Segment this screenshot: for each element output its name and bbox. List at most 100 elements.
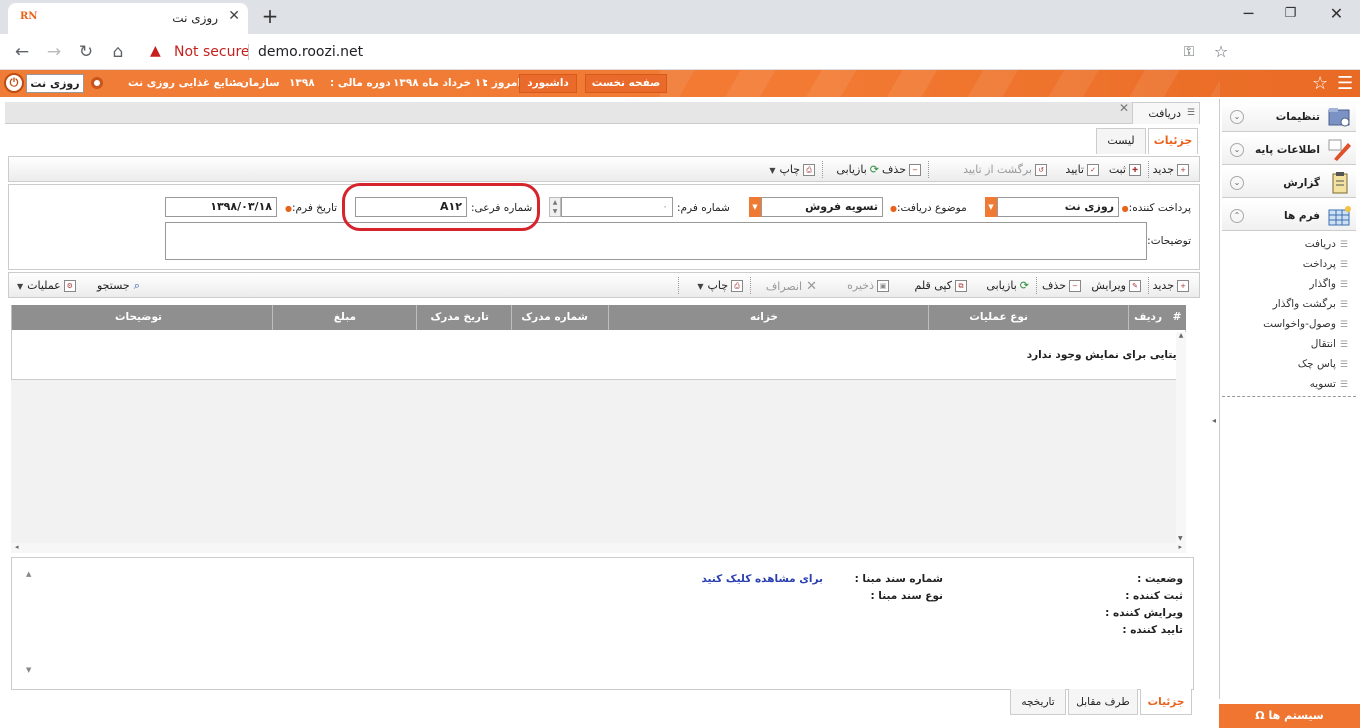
toolbar-separator: [678, 277, 679, 294]
grid-col-doc-date[interactable]: تاریخ مدرک: [416, 305, 511, 330]
grid-save-button[interactable]: ▣ذخیره: [847, 279, 889, 292]
document-tab-receipt[interactable]: ☰ دریافت ✕: [1119, 101, 1200, 124]
maximize-button[interactable]: ❐: [1268, 3, 1313, 27]
systems-label: سیستم ها: [1268, 709, 1324, 722]
sidebar-section-forms[interactable]: فرم ها ⌃: [1222, 201, 1356, 231]
back-icon[interactable]: ←: [10, 40, 34, 64]
toolbar-separator: [750, 277, 751, 294]
save-button[interactable]: ✚ثبت: [1109, 163, 1141, 176]
edit-button[interactable]: ✎ویرایش: [1091, 279, 1141, 292]
tab-details[interactable]: جزئیات: [1148, 128, 1198, 154]
grid-new-button[interactable]: +جدید: [1153, 279, 1189, 292]
dashboard-button[interactable]: داشبورد: [519, 74, 577, 93]
date-field[interactable]: ۱۳۹۸/۰۳/۱۸: [165, 197, 277, 217]
grid-col-treasury[interactable]: خزانه: [608, 305, 928, 330]
grid-vertical-scrollbar[interactable]: ▲ ▼: [1176, 332, 1186, 544]
chevron-down-icon[interactable]: ⌄: [1230, 176, 1244, 190]
new-button[interactable]: +جدید: [1153, 163, 1189, 176]
base-doc-type-label: نوع سند مبنا :: [870, 590, 943, 602]
grid-col-row[interactable]: ردیف: [1128, 305, 1168, 330]
bottom-tab-history[interactable]: تاریخچه: [1010, 689, 1066, 715]
close-tab-icon[interactable]: ✕: [228, 8, 240, 24]
power-icon[interactable]: ⏻: [4, 73, 24, 93]
print-button[interactable]: ⎙چاپ▼: [769, 163, 815, 176]
tab-list[interactable]: لیست: [1096, 128, 1146, 154]
form-no-stepper[interactable]: ▲ ▼: [549, 197, 561, 217]
sidebar-item-payment[interactable]: ☰پرداخت: [1303, 258, 1348, 270]
new-tab-button[interactable]: +: [257, 5, 283, 29]
header-decoration: [660, 70, 1220, 97]
hamburger-menu-icon[interactable]: ☰: [1337, 73, 1353, 94]
panel-scroll-down-icon[interactable]: ▼: [26, 666, 31, 674]
status-dot-icon[interactable]: [91, 77, 103, 89]
grid-refresh-label: بازیابی: [986, 279, 1017, 292]
grid-print-button[interactable]: ⎙چاپ▼: [697, 279, 743, 292]
copy-item-label: کپی قلم: [914, 279, 952, 292]
payer-label: پرداخت کننده:●: [1119, 202, 1191, 214]
sidebar-item-check-pass[interactable]: ☰پاس چک: [1298, 358, 1348, 370]
panel-scroll-up-icon[interactable]: ▲: [26, 570, 31, 578]
search-button[interactable]: ⌕جستجو: [97, 279, 140, 293]
subject-field[interactable]: تسویه فروش: [761, 197, 883, 217]
systems-button[interactable]: سیستم ها Ω: [1219, 704, 1360, 728]
key-icon[interactable]: ⚿: [1177, 40, 1201, 64]
address-bar: ← → ↻ ⌂ ▲ Not secure demo.roozi.net ⚿ ☆: [0, 34, 1360, 70]
delete-button[interactable]: −حذف: [882, 163, 921, 176]
favorite-star-icon[interactable]: ☆: [1312, 73, 1328, 94]
sidebar-item-collect-protest[interactable]: ☰وصول-واخواست: [1263, 318, 1348, 330]
sidebar-item-receipt[interactable]: ☰دریافت: [1305, 238, 1348, 250]
grid-delete-button[interactable]: −حذف: [1042, 279, 1081, 292]
save-icon: ✚: [1129, 164, 1141, 176]
grid-refresh-button[interactable]: ⟳بازیابی: [986, 279, 1029, 292]
sidebar-item-settlement[interactable]: ☰تسویه: [1310, 378, 1348, 390]
url-text[interactable]: demo.roozi.net: [258, 44, 363, 60]
browser-tab[interactable]: RN روزی نت ✕: [8, 3, 248, 34]
grid-col-doc-number[interactable]: شماره مدرک: [511, 305, 608, 330]
chevron-down-icon[interactable]: ▼: [749, 197, 761, 217]
grid-col-operation-type[interactable]: نوع عملیات: [928, 305, 1128, 330]
cancel-button[interactable]: ✕انصراف: [766, 279, 817, 294]
close-window-button[interactable]: ✕: [1314, 3, 1359, 27]
sidebar-section-base-info[interactable]: اطلاعات پایه ⌄: [1222, 135, 1356, 165]
sidebar-item-label: تسویه: [1309, 378, 1336, 390]
bookmark-star-icon[interactable]: ☆: [1209, 40, 1233, 64]
sidebar-item-transfer[interactable]: ☰انتقال: [1311, 338, 1348, 350]
unconfirm-button[interactable]: ↺برگشت از تایید: [963, 163, 1047, 176]
splitter-handle-icon[interactable]: ◂: [1212, 416, 1216, 425]
grid-col-hash[interactable]: #: [1168, 305, 1186, 330]
description-field[interactable]: [165, 222, 1147, 260]
chevron-down-icon[interactable]: ⌄: [1230, 143, 1244, 157]
detail-panel: وضعیت : ثبت کننده : ویرایش کننده : تایید…: [11, 557, 1194, 690]
fiscal-value: ۱۳۹۸: [289, 77, 315, 89]
view-base-doc-link[interactable]: برای مشاهده کلیک کنید: [701, 573, 823, 585]
bottom-tab-counterparty[interactable]: طرف مقابل: [1068, 689, 1138, 715]
refresh-button[interactable]: ⟳بازیابی: [836, 163, 879, 176]
delete-label: حذف: [882, 163, 906, 176]
url-omnibox[interactable]: ▲ Not secure demo.roozi.net: [136, 38, 1246, 66]
chevron-down-icon[interactable]: ▼: [985, 197, 997, 217]
sidebar-section-report[interactable]: گزارش ⌄: [1222, 168, 1356, 198]
form-no-field[interactable]: ۰: [561, 197, 673, 217]
sidebar-item-assign-return[interactable]: ☰برگشت واگذار: [1273, 298, 1348, 310]
confirm-label: تایید: [1065, 163, 1084, 176]
close-icon[interactable]: ✕: [1119, 101, 1129, 115]
minimize-button[interactable]: ─: [1226, 3, 1271, 27]
payer-field[interactable]: روزی نت: [997, 197, 1119, 217]
home-icon[interactable]: ⌂: [106, 40, 130, 64]
chevron-up-icon[interactable]: ⌃: [1230, 209, 1244, 223]
copy-item-button[interactable]: ⧉کپی قلم: [915, 279, 967, 292]
bottom-tab-details[interactable]: جزئیات: [1140, 689, 1192, 715]
reload-icon[interactable]: ↻: [74, 40, 98, 64]
grid-col-description[interactable]: توضیحات: [11, 305, 272, 330]
user-box[interactable]: روزی نت: [26, 74, 84, 93]
home-page-button[interactable]: صفحه نخست: [585, 74, 667, 93]
chevron-down-icon[interactable]: ⌄: [1230, 110, 1244, 124]
operations-button[interactable]: ⚙عملیات▼: [17, 279, 76, 292]
grid-col-amount[interactable]: مبلغ: [272, 305, 416, 330]
confirm-button[interactable]: ✓تایید: [1065, 163, 1099, 176]
sidebar-item-assign[interactable]: ☰واگذار: [1309, 278, 1348, 290]
forward-icon[interactable]: →: [42, 40, 66, 64]
sidebar-section-settings[interactable]: تنظیمات ⌄: [1222, 102, 1356, 132]
confirm-icon: ✓: [1087, 164, 1099, 176]
grid-horizontal-scrollbar[interactable]: ◂ ▸: [11, 543, 1186, 553]
